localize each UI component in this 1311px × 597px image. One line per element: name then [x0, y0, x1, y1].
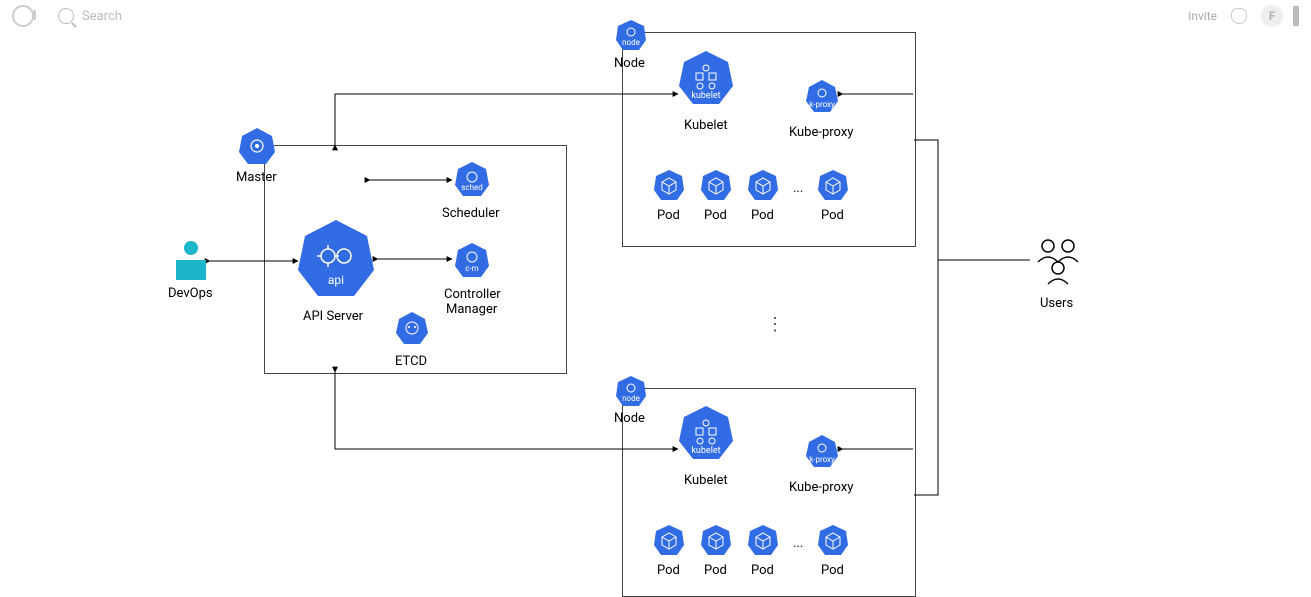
svg-text:sched: sched: [461, 183, 482, 192]
master-icon: [237, 126, 277, 166]
node2-pod3-label: Pod: [751, 563, 774, 578]
devops-label: DevOps: [168, 286, 213, 301]
node1-pod3-label: Pod: [751, 208, 774, 223]
api-server-icon: api: [294, 216, 378, 300]
node2-pod-ellipsis: ...: [793, 536, 803, 551]
kubeproxy1-icon: k-proxy: [804, 78, 840, 114]
svg-text:kubelet: kubelet: [691, 91, 720, 101]
master-label: Master: [236, 170, 277, 185]
kubelet2-label: Kubelet: [684, 473, 728, 488]
devops-icon: [172, 238, 210, 286]
controller-manager-label-2: Manager: [446, 302, 497, 317]
node1-pod-ellipsis: ...: [793, 181, 803, 196]
node2-label: Node: [614, 411, 645, 426]
node2-pod4-label: Pod: [821, 563, 844, 578]
node2-pod3-icon: [746, 523, 780, 557]
kubeproxy2-icon: k-proxy: [804, 433, 840, 469]
svg-text:api: api: [328, 273, 344, 287]
node1-pod2-label: Pod: [704, 208, 727, 223]
controller-manager-label-1: Controller: [444, 287, 501, 302]
node1-pod4-icon: [816, 168, 850, 202]
svg-text:node: node: [622, 38, 640, 47]
scheduler-icon: sched: [453, 160, 491, 198]
diagram-canvas: DevOps Master api API Server sched Sched…: [0, 0, 1311, 595]
node1-label: Node: [614, 56, 645, 71]
node2-pod2-label: Pod: [704, 563, 727, 578]
svg-text:kubelet: kubelet: [691, 446, 720, 456]
node2-pod1-label: Pod: [657, 563, 680, 578]
kubeproxy2-label: Kube-proxy: [789, 480, 853, 495]
node1-pod2-icon: [699, 168, 733, 202]
etcd-label: ETCD: [395, 354, 427, 369]
nodes-ellipsis: ⋮: [766, 314, 786, 335]
node1-pod1-icon: [652, 168, 686, 202]
kubelet1-icon: kubelet: [676, 48, 736, 108]
node2-pod1-icon: [652, 523, 686, 557]
svg-text:node: node: [622, 394, 640, 403]
kubelet2-icon: kubelet: [676, 403, 736, 463]
node1-pod3-icon: [746, 168, 780, 202]
svg-text:k-proxy: k-proxy: [809, 455, 835, 464]
node2-pod4-icon: [816, 523, 850, 557]
svg-text:c-m: c-m: [465, 264, 478, 273]
users-icon: [1030, 232, 1086, 292]
kubelet1-label: Kubelet: [684, 118, 728, 133]
node1-pod1-label: Pod: [657, 208, 680, 223]
node2-icon: node: [614, 374, 648, 408]
api-server-label: API Server: [303, 309, 363, 324]
kubeproxy1-label: Kube-proxy: [789, 125, 853, 140]
node1-icon: node: [614, 18, 648, 52]
controller-manager-icon: c-m: [453, 241, 491, 279]
users-label: Users: [1040, 296, 1073, 311]
node2-pod2-icon: [699, 523, 733, 557]
svg-text:k-proxy: k-proxy: [809, 100, 835, 109]
etcd-icon: [394, 310, 430, 346]
scheduler-label: Scheduler: [442, 206, 500, 221]
node1-pod4-label: Pod: [821, 208, 844, 223]
